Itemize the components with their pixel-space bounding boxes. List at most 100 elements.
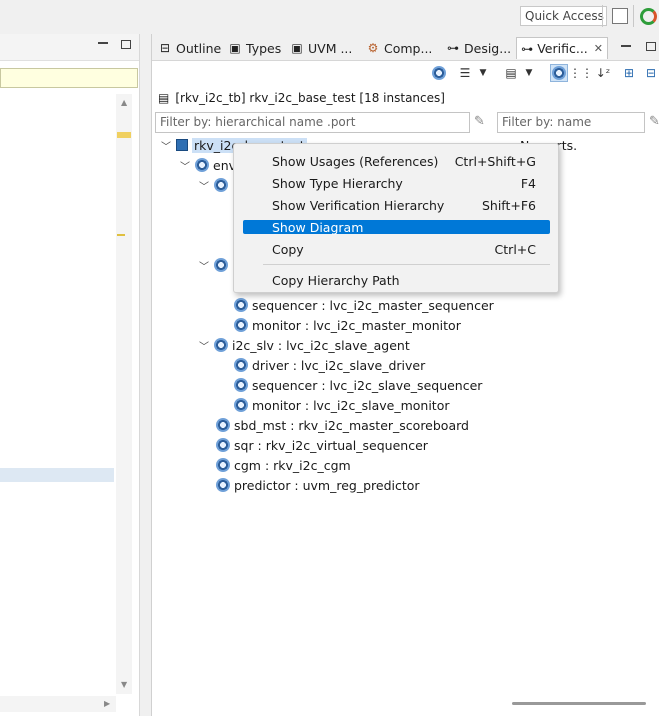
view-tab-bar: ⊟ Outline ▣ Types ▣ UVM ... ⚙ Comp... ⊶ … <box>152 34 659 61</box>
perspective-icon[interactable] <box>640 8 657 25</box>
left-view: ▲ ▼ ▶ <box>0 34 140 716</box>
tree-label: i2c_slv : lvc_i2c_slave_agent <box>232 337 410 353</box>
menu-item-shortcut: Shift+F6 <box>481 197 536 213</box>
scroll-right-icon[interactable]: ▶ <box>104 699 110 708</box>
tab-uvm[interactable]: ▣ UVM ... <box>286 37 356 59</box>
tree-row[interactable]: ﹀ i2c_slv : lvc_i2c_slave_agent <box>198 335 410 355</box>
tree-row[interactable]: sqr : rkv_i2c_virtual_sequencer <box>216 435 428 455</box>
sort-icon[interactable]: ↓ᶻ <box>594 64 612 82</box>
test-icon <box>176 139 188 151</box>
menu-item-label: Show Usages (References) <box>272 153 439 169</box>
view-menu-icon[interactable]: ▤ <box>502 64 520 82</box>
show-ports-icon[interactable]: ⋮⋮ <box>569 64 593 82</box>
show-components-toggle-icon[interactable] <box>550 64 568 82</box>
quick-access-field[interactable]: Quick Access <box>520 6 607 26</box>
tree-row[interactable]: monitor : lvc_i2c_slave_monitor <box>234 395 450 415</box>
tree-row[interactable]: ﹀ <box>198 175 232 195</box>
selected-row[interactable] <box>0 468 114 482</box>
maximize-icon[interactable] <box>646 42 656 51</box>
chevron-down-icon[interactable]: ▼ <box>474 64 492 82</box>
menu-item-show-type-hierarchy[interactable]: Show Type Hierarchy F4 <box>243 176 550 191</box>
tree-row[interactable]: ﹀ env <box>179 155 236 175</box>
tree-label: cgm : rkv_i2c_cgm <box>234 457 351 473</box>
menu-item-copy-hierarchy-path[interactable]: Copy Hierarchy Path <box>243 272 550 288</box>
hierarchy-icon: ▤ <box>158 91 170 105</box>
scroll-up-icon[interactable]: ▲ <box>121 98 127 107</box>
tree-row[interactable]: driver : lvc_i2c_slave_driver <box>234 355 425 375</box>
chevron-down-icon[interactable]: ﹀ <box>198 338 210 353</box>
tree-label: sequencer : lvc_i2c_master_sequencer <box>252 297 494 313</box>
component-icon <box>195 158 209 172</box>
types-icon: ▣ <box>229 41 241 55</box>
menu-item-copy[interactable]: Copy Ctrl+C <box>243 241 550 257</box>
left-filter-field[interactable] <box>0 68 138 88</box>
horizontal-scrollbar-thumb[interactable] <box>512 702 646 705</box>
clear-filter-icon[interactable]: ✎ <box>649 114 659 129</box>
menu-item-show-verification-hierarchy[interactable]: Show Verification Hierarchy Shift+F6 <box>243 197 550 213</box>
maximize-icon[interactable] <box>121 40 131 49</box>
component-filter-icon[interactable] <box>430 64 448 82</box>
chevron-down-icon[interactable]: ﹀ <box>160 138 172 153</box>
toolbar-separator <box>633 5 634 27</box>
verification-icon: ⊶ <box>521 41 534 56</box>
layout-icon[interactable]: ☰ <box>456 64 474 82</box>
components-icon: ⚙ <box>367 41 379 55</box>
outline-icon: ⊟ <box>159 41 171 55</box>
tab-verification[interactable]: ⊶ Verific... ✕ <box>516 37 608 59</box>
component-icon <box>214 258 228 272</box>
menu-item-label: Copy <box>272 241 304 257</box>
verification-view: ⊟ Outline ▣ Types ▣ UVM ... ⚙ Comp... ⊶ … <box>151 34 659 716</box>
chevron-down-icon[interactable]: ▼ <box>520 64 538 82</box>
tree-label: sqr : rkv_i2c_virtual_sequencer <box>234 437 428 453</box>
tree-row[interactable]: sequencer : lvc_i2c_master_sequencer <box>234 295 494 315</box>
menu-item-label: Copy Hierarchy Path <box>272 272 400 288</box>
minimize-icon[interactable] <box>621 45 631 47</box>
toolbar-separator <box>602 5 603 27</box>
tab-design[interactable]: ⊶ Desig... <box>442 37 515 59</box>
annotation-marker[interactable] <box>117 234 125 236</box>
instances-label: [rkv_i2c_tb] rkv_i2c_base_test [18 insta… <box>175 91 445 105</box>
tab-components[interactable]: ⚙ Comp... <box>362 37 436 59</box>
chevron-down-icon[interactable]: ﹀ <box>198 258 210 273</box>
component-icon <box>234 378 248 392</box>
open-perspective-icon[interactable] <box>612 8 628 24</box>
minimize-icon[interactable] <box>98 42 108 44</box>
collapse-all-icon[interactable]: ⊟ <box>642 64 659 82</box>
design-icon: ⊶ <box>447 41 459 55</box>
tab-label: Types <box>246 40 282 56</box>
menu-item-show-diagram[interactable]: Show Diagram <box>243 220 550 235</box>
component-icon <box>234 358 248 372</box>
tab-outline[interactable]: ⊟ Outline <box>154 37 225 59</box>
chevron-down-icon[interactable]: ﹀ <box>198 178 210 193</box>
hierarchical-filter-input[interactable]: Filter by: hierarchical name .port <box>155 112 470 133</box>
name-filter-input[interactable]: Filter by: name <box>497 112 645 133</box>
clear-filter-icon[interactable]: ✎ <box>474 114 485 129</box>
tree-row[interactable]: ﹀ <box>198 255 232 275</box>
component-icon <box>214 178 228 192</box>
annotation-marker[interactable] <box>117 132 131 138</box>
tab-label: Desig... <box>464 40 512 56</box>
horizontal-scrollbar[interactable]: ▶ <box>0 696 116 712</box>
tree-row[interactable]: sbd_mst : rkv_i2c_master_scoreboard <box>216 415 469 435</box>
left-view-header <box>0 34 139 61</box>
tree-label: predictor : uvm_reg_predictor <box>234 477 420 493</box>
tab-types[interactable]: ▣ Types <box>224 37 285 59</box>
chevron-down-icon[interactable]: ﹀ <box>179 158 191 173</box>
expand-all-icon[interactable]: ⊞ <box>620 64 638 82</box>
menu-item-show-usages[interactable]: Show Usages (References) Ctrl+Shift+G <box>243 153 550 169</box>
vertical-scrollbar[interactable]: ▲ ▼ <box>116 94 132 694</box>
tab-label: Verific... <box>537 41 588 56</box>
tree-label: sequencer : lvc_i2c_slave_sequencer <box>252 377 483 393</box>
component-icon <box>216 478 230 492</box>
tree-row[interactable]: monitor : lvc_i2c_master_monitor <box>234 315 461 335</box>
menu-item-shortcut: Ctrl+Shift+G <box>454 153 536 169</box>
tree-row[interactable]: cgm : rkv_i2c_cgm <box>216 455 351 475</box>
close-icon[interactable]: ✕ <box>594 42 603 55</box>
context-menu: Show Usages (References) Ctrl+Shift+G Sh… <box>233 143 559 293</box>
tree-label: driver : lvc_i2c_slave_driver <box>252 357 426 373</box>
tree-label: monitor : lvc_i2c_master_monitor <box>252 317 461 333</box>
tab-label: Outline <box>176 40 222 56</box>
tree-row[interactable]: sequencer : lvc_i2c_slave_sequencer <box>234 375 482 395</box>
tree-row[interactable]: predictor : uvm_reg_predictor <box>216 475 420 495</box>
scroll-down-icon[interactable]: ▼ <box>121 680 127 689</box>
